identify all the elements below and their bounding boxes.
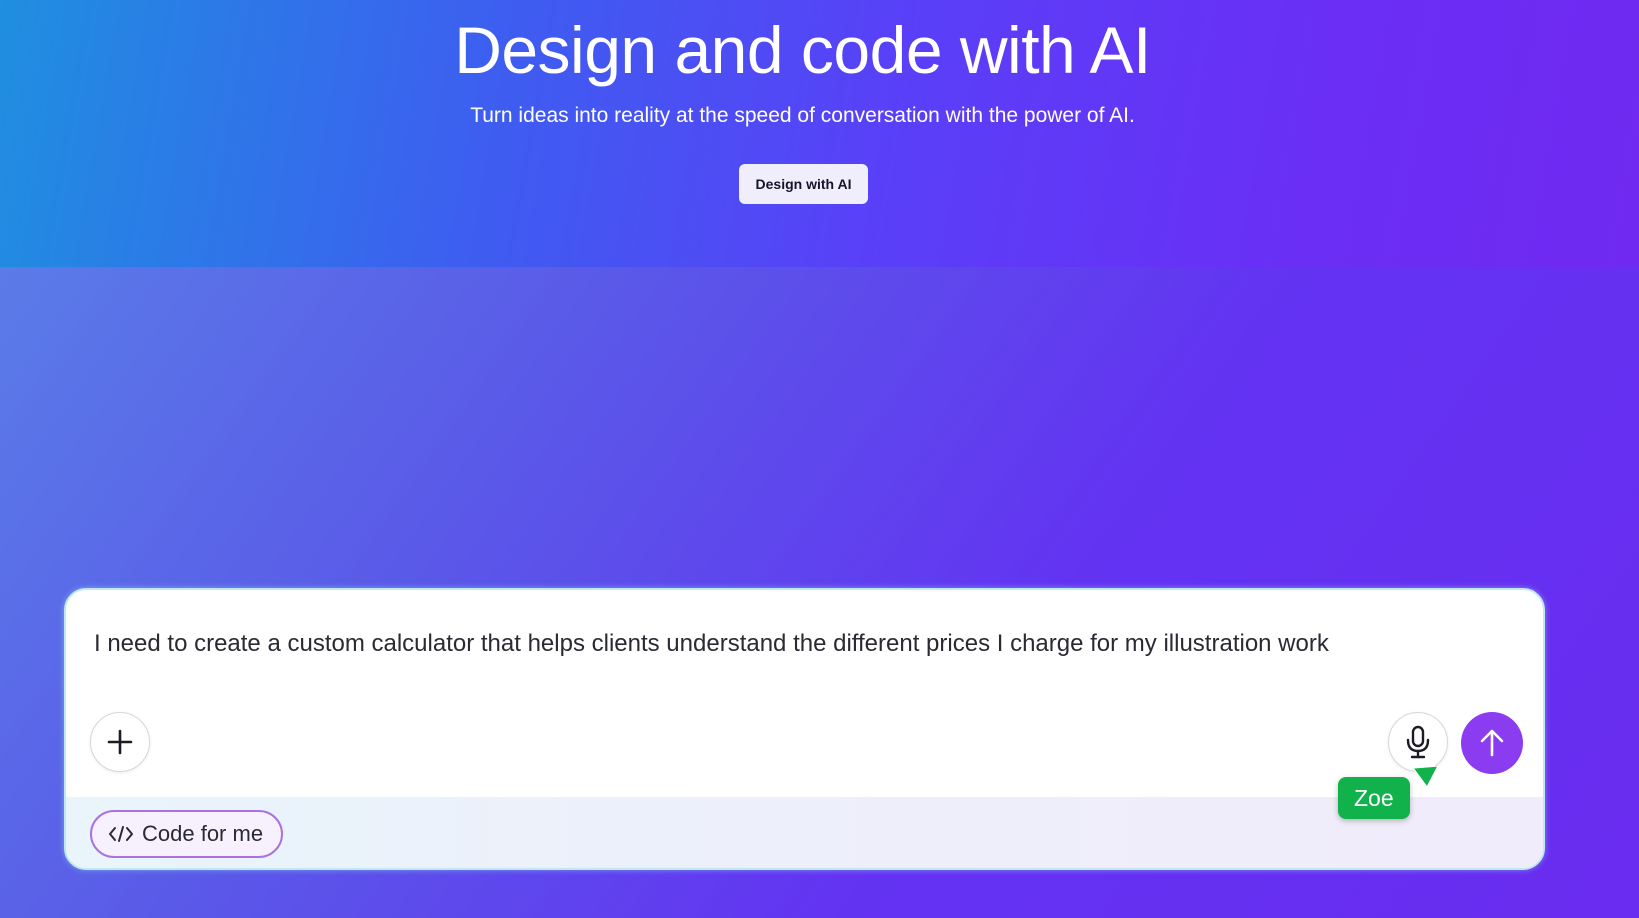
add-attachment-button[interactable] bbox=[90, 712, 150, 772]
send-button[interactable] bbox=[1461, 712, 1523, 774]
design-with-ai-button[interactable]: Design with AI bbox=[739, 164, 868, 204]
code-for-me-chip[interactable]: Code for me bbox=[90, 810, 284, 858]
code-icon bbox=[109, 826, 133, 842]
microphone-icon bbox=[1406, 725, 1430, 759]
collaborator-cursor-icon bbox=[1413, 766, 1439, 788]
arrow-up-icon bbox=[1480, 729, 1504, 757]
plus-icon bbox=[107, 729, 133, 755]
hero-section: Design and code with AI Turn ideas into … bbox=[0, 0, 1639, 267]
collaborator-name-badge: Zoe bbox=[1338, 777, 1410, 819]
voice-input-button[interactable] bbox=[1388, 712, 1448, 772]
prompt-input[interactable]: I need to create a custom calculator tha… bbox=[94, 628, 1524, 660]
prompt-composer: I need to create a custom calculator tha… bbox=[64, 588, 1545, 870]
hero-subtitle: Turn ideas into reality at the speed of … bbox=[470, 104, 1135, 127]
composer-footer: Code for me bbox=[66, 797, 1543, 868]
code-for-me-label: Code for me bbox=[142, 821, 264, 846]
hero-title: Design and code with AI bbox=[454, 13, 1151, 87]
